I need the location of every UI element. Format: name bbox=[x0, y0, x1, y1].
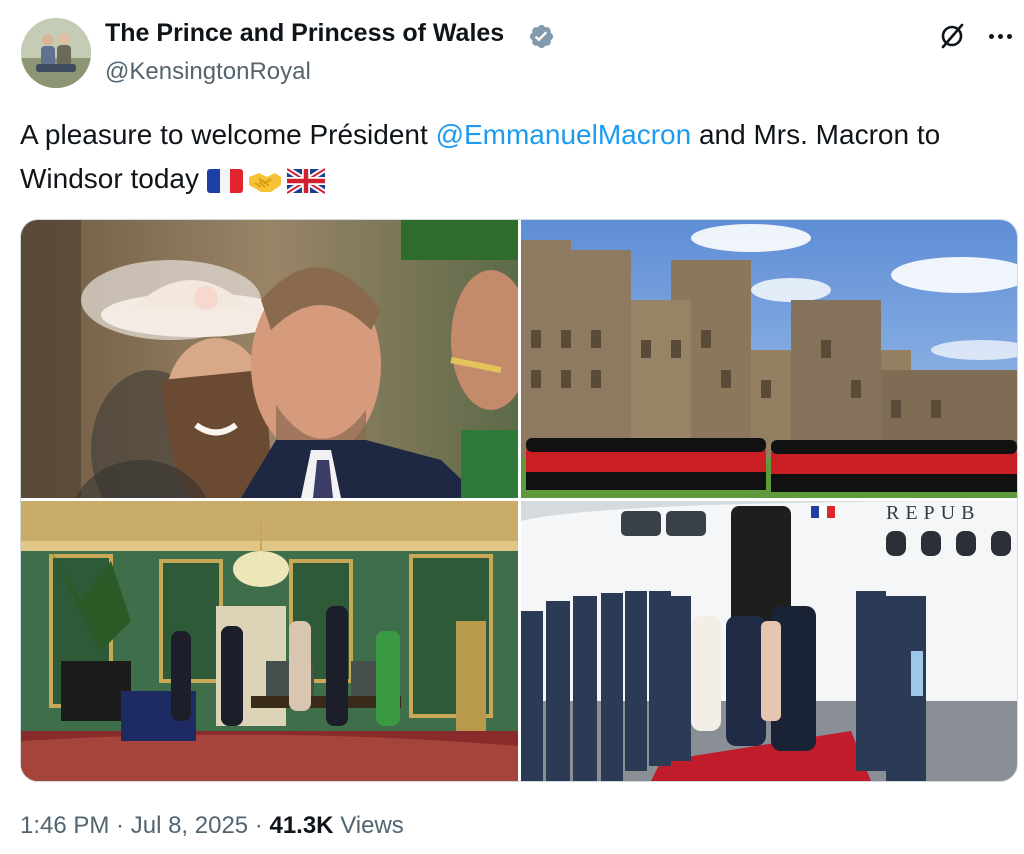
verified-badge-icon bbox=[529, 24, 554, 49]
views-count: 41.3K bbox=[269, 812, 334, 839]
handshake-icon bbox=[248, 172, 281, 192]
photo-royal-couple[interactable] bbox=[21, 220, 518, 498]
more-options-icon[interactable] bbox=[985, 21, 1015, 51]
meta-separator: · bbox=[109, 812, 131, 839]
photo-windsor-castle[interactable] bbox=[521, 220, 1017, 498]
flag-united-kingdom-icon bbox=[286, 166, 325, 195]
views-label: Views bbox=[340, 812, 404, 839]
grok-icon[interactable] bbox=[937, 21, 967, 51]
photo-green-drawing-room[interactable] bbox=[21, 501, 518, 781]
author-handle[interactable]: @KensingtonRoyal bbox=[105, 58, 311, 86]
author-name[interactable]: The Prince and Princess of Wales bbox=[105, 19, 504, 48]
tweet-date[interactable]: Jul 8, 2025 bbox=[131, 812, 248, 839]
tweet-text-before: A pleasure to welcome Président bbox=[20, 119, 436, 150]
flag-france-icon bbox=[206, 168, 243, 193]
media-grid: REPUB bbox=[20, 219, 1018, 782]
author-avatar[interactable] bbox=[21, 18, 91, 88]
mention-link[interactable]: @EmmanuelMacron bbox=[436, 119, 692, 150]
tweet-meta: 1:46 PM · Jul 8, 2025 · 41.3K Views bbox=[20, 812, 404, 840]
tweet-time[interactable]: 1:46 PM bbox=[20, 812, 109, 839]
meta-separator-2: · bbox=[248, 812, 270, 839]
photo-airport-arrival[interactable]: REPUB bbox=[521, 501, 1017, 781]
tweet-text: A pleasure to welcome Président @Emmanue… bbox=[20, 113, 1005, 201]
aircraft-lettering: REPUB bbox=[886, 502, 980, 524]
